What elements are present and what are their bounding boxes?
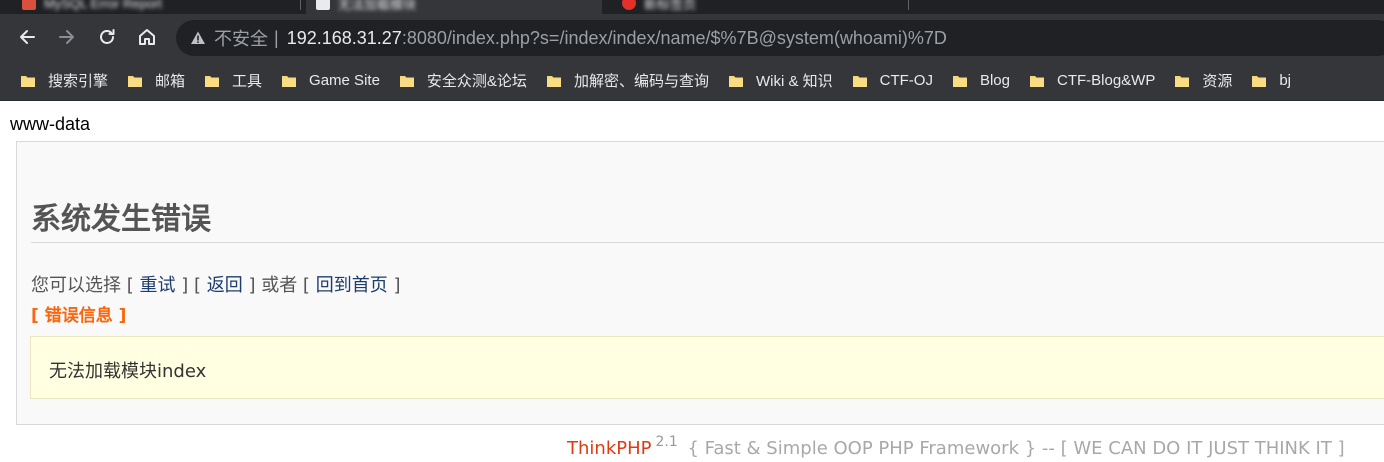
options-suffix: ]	[393, 275, 401, 296]
folder-icon	[852, 75, 867, 87]
folder-icon	[1029, 75, 1044, 87]
tab-active[interactable]: 无法加载模块	[306, 0, 602, 14]
bookmark-folder[interactable]: 资源	[1164, 67, 1241, 95]
folder-icon	[546, 75, 561, 87]
framework-footer: ThinkPHP 2.1 { Fast & Simple OOP PHP Fram…	[567, 434, 1345, 459]
bookmark-folder[interactable]: 工具	[194, 67, 271, 95]
error-panel: 系统发生错误 您可以选择 [ 重试 ] [ 返回 ] 或者 [ 回到首页 ] […	[16, 141, 1384, 425]
bookmark-label: 搜索引擎	[48, 73, 109, 90]
bookmark-label: CTF-OJ	[879, 72, 933, 89]
bookmark-label: bj	[1279, 72, 1292, 89]
browser-toolbar: 不安全 | 192.168.31.27 :8080/index.php?s=/i…	[0, 14, 1384, 61]
bookmark-folder[interactable]: 邮箱	[117, 67, 194, 95]
footer-tagline: { Fast & Simple OOP PHP Framework } -- […	[687, 438, 1345, 459]
bookmark-folder[interactable]: CTF-Blog&WP	[1019, 67, 1164, 95]
folder-icon	[399, 75, 414, 87]
address-bar[interactable]: 不安全 | 192.168.31.27 :8080/index.php?s=/i…	[176, 20, 1384, 56]
tab-separator	[908, 0, 909, 10]
bookmark-folder[interactable]: 加解密、编码与查询	[536, 67, 718, 95]
bookmark-label: 安全众测&论坛	[426, 73, 527, 90]
bookmark-label: 邮箱	[155, 73, 186, 90]
folder-icon	[728, 75, 743, 87]
options-separator: ] [	[181, 275, 201, 296]
folder-icon	[128, 75, 143, 87]
tab-separator	[300, 0, 301, 10]
tab-mysql-error[interactable]: MySQL Error Report	[12, 0, 292, 14]
home-link[interactable]: 回到首页	[316, 275, 388, 296]
bookmark-folder[interactable]: 搜索引擎	[10, 67, 117, 95]
tab-new[interactable]: 新标签页	[612, 0, 882, 14]
bookmarks-bar: 搜索引擎 邮箱 工具 Game Site 安全众测&论坛 加解密、编码与查询 Wiki & …	[0, 61, 1384, 101]
bookmark-label: Game Site	[309, 72, 380, 89]
divider	[31, 242, 1384, 243]
page-title: 系统发生错误	[31, 202, 211, 237]
bookmark-folder[interactable]: bj	[1241, 67, 1300, 95]
error-message-box: 无法加载模块index	[30, 336, 1384, 399]
bookmark-label: 工具	[232, 73, 263, 90]
reload-icon	[100, 29, 115, 44]
tab-title: 无法加载模块	[338, 0, 417, 12]
bookmark-label: CTF-Blog&WP	[1056, 72, 1156, 89]
options-prefix: 您可以选择 [	[31, 275, 134, 296]
back-button[interactable]	[12, 22, 42, 52]
folder-icon	[952, 75, 967, 87]
bookmark-label: 资源	[1202, 73, 1233, 90]
security-label[interactable]: 不安全	[214, 25, 268, 51]
folder-icon	[205, 75, 220, 87]
error-options: 您可以选择 [ 重试 ] [ 返回 ] 或者 [ 回到首页 ]	[31, 271, 400, 297]
bookmark-folder[interactable]: Blog	[942, 67, 1019, 95]
command-output: www-data	[10, 114, 91, 134]
tab-favicon	[622, 0, 636, 10]
tab-title: MySQL Error Report	[44, 0, 162, 11]
retry-link[interactable]: 重试	[139, 275, 175, 296]
bookmark-label: 加解密、编码与查询	[573, 73, 709, 90]
tab-title: 新标签页	[644, 0, 697, 12]
error-message: 无法加载模块index	[49, 361, 207, 382]
options-separator: ] 或者 [	[248, 275, 310, 296]
reload-button[interactable]	[92, 22, 122, 52]
bookmark-label: Blog	[979, 72, 1010, 89]
forward-button[interactable]	[52, 22, 82, 52]
warning-triangle-icon	[191, 31, 205, 44]
bookmark-folder[interactable]: Game Site	[271, 67, 389, 95]
folder-icon	[1175, 75, 1190, 87]
folder-icon	[1252, 75, 1267, 87]
tab-favicon	[316, 0, 330, 10]
url-path: :8080/index.php?s=/index/index/name/$%7B…	[401, 27, 947, 48]
site-info-button[interactable]	[190, 30, 206, 46]
home-button[interactable]	[132, 22, 162, 52]
arrow-right-icon	[59, 30, 74, 44]
home-icon	[139, 29, 155, 45]
back-link[interactable]: 返回	[207, 275, 243, 296]
bookmark-folder[interactable]: 安全众测&论坛	[389, 67, 536, 95]
error-info-heading: [ 错误信息 ]	[31, 306, 127, 326]
bookmark-folder[interactable]: Wiki & 知识	[718, 67, 842, 95]
bookmark-folder[interactable]: CTF-OJ	[842, 67, 942, 95]
version-badge: 2.1	[655, 434, 678, 450]
tab-favicon	[22, 0, 36, 10]
folder-icon	[21, 75, 35, 87]
tab-strip: MySQL Error Report 无法加载模块 新标签页	[0, 0, 1384, 14]
brand-link[interactable]: ThinkPHP	[567, 438, 651, 459]
folder-icon	[282, 75, 297, 87]
bookmark-label: Wiki & 知识	[755, 73, 833, 90]
url-host: 192.168.31.27	[286, 27, 402, 48]
arrow-left-icon	[20, 30, 35, 44]
address-divider: |	[274, 27, 279, 48]
